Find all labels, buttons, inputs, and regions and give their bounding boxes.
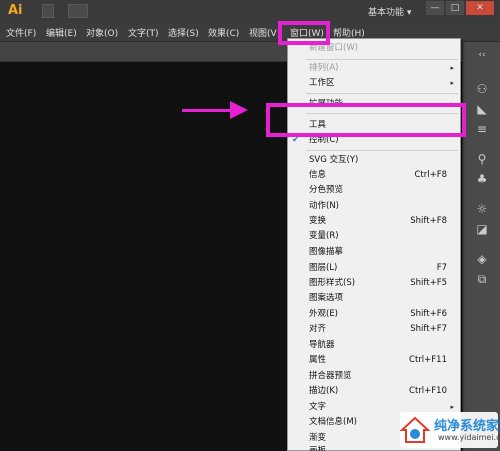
clubs-panel-icon[interactable]: ♣ [475, 172, 489, 186]
menu-item-navigator[interactable]: 导航器 [288, 338, 460, 352]
menu-file[interactable]: 文件(F) [6, 26, 36, 39]
menu-item-label: 文档信息(M) [309, 417, 357, 427]
shortcut-label: Ctrl+F11 [409, 355, 447, 365]
menu-item-label: 变换 [309, 216, 327, 226]
close-button[interactable]: ✕ [466, 1, 494, 15]
watermark-title: 纯净系统家园 [434, 419, 500, 434]
menu-item-label: 导航器 [309, 340, 335, 350]
restore-button[interactable]: □ [446, 1, 464, 15]
menu-item-info[interactable]: 信息 Ctrl+F8 [288, 168, 460, 182]
shortcut-label: Ctrl+F10 [409, 386, 447, 396]
menu-item-label: 对齐 [309, 324, 327, 334]
bridge-button[interactable] [42, 4, 54, 18]
menu-item-label: 工作区 [309, 78, 335, 88]
menu-item-arrange[interactable]: 排列(A) ▸ [288, 61, 460, 75]
shortcut-label: F7 [436, 263, 447, 273]
window-menu-dropdown: 新建窗口(W) 排列(A) ▸ 工作区 ▸ 扩展功能 ▸ 工具 ✔ 控制(C) SVG … [287, 38, 461, 451]
menu-item-attributes[interactable]: 属性 Ctrl+F11 [288, 353, 460, 367]
stroke-panel-icon[interactable]: ≡ [475, 122, 489, 136]
arrow-right-icon [230, 101, 248, 119]
workspace-switcher[interactable]: 基本功能 ▾ [368, 5, 411, 18]
menu-item-variables[interactable]: 变量(R) [288, 229, 460, 243]
menu-item-graphic-styles[interactable]: 图形样式(S) Shift+F5 [288, 276, 460, 290]
menu-item-label: 描边(K) [309, 386, 339, 396]
menu-item-label: 变量(R) [309, 231, 339, 241]
gradient-panel-icon[interactable]: ◣ [475, 102, 489, 116]
restore-icon: □ [450, 3, 460, 13]
menu-item-pattern-options[interactable]: 图案选项 [288, 291, 460, 305]
app-logo: Ai [8, 3, 23, 18]
arrange-documents-button[interactable] [68, 4, 88, 18]
house-logo-icon [400, 416, 430, 443]
menu-item-label: 属性 [309, 355, 327, 365]
artboards-panel-icon[interactable]: ⧉ [475, 272, 489, 286]
shortcut-label: Ctrl+F8 [414, 170, 447, 180]
symbols-panel-icon[interactable]: ⚇ [475, 82, 489, 96]
menu-item-actions[interactable]: 动作(N) [288, 199, 460, 213]
annotation-highlight-tools-item [266, 103, 466, 137]
menu-select[interactable]: 选择(S) [168, 26, 199, 39]
menu-view[interactable]: 视图(V [249, 26, 277, 39]
menu-item-image-trace[interactable]: 图像描摹 [288, 245, 460, 259]
chevron-down-icon: ▾ [406, 8, 412, 18]
menu-item-label: SVG 交互(Y) [309, 155, 359, 165]
panel-dock: ‹‹ ⚇ ◣ ≡ ⚲ ♣ ☼ ◪ ◈ ⧉ [462, 42, 500, 451]
menu-item-label: 图形样式(S) [309, 278, 356, 288]
menu-item-label: 动作(N) [309, 201, 339, 211]
minimize-icon: — [430, 3, 440, 13]
menu-effect[interactable]: 效果(C) [208, 26, 239, 39]
menu-item-label: 拼合器预览 [309, 371, 352, 381]
menu-separator [306, 93, 458, 94]
shortcut-label: Shift+F7 [410, 324, 447, 334]
menu-object[interactable]: 对象(O) [86, 26, 118, 39]
shortcut-label: Shift+F8 [410, 216, 447, 226]
menu-separator [306, 150, 458, 151]
close-icon: ✕ [476, 3, 484, 13]
menu-item-label: 文字 [309, 402, 327, 412]
menu-item-flattener-preview[interactable]: 拼合器预览 [288, 369, 460, 383]
shortcut-label: Shift+F5 [410, 278, 447, 288]
menu-item-label: 渐变 [309, 433, 327, 443]
menu-item-transform[interactable]: 变换 Shift+F8 [288, 214, 460, 228]
minimize-button[interactable]: — [426, 1, 444, 15]
watermark-url: www.yidaimei.com [438, 433, 500, 442]
menu-item-label: 图层(L) [309, 263, 338, 273]
chevron-right-icon: ▸ [450, 64, 454, 72]
layers-panel-icon[interactable]: ◈ [475, 252, 489, 266]
chevron-right-icon: ▸ [450, 79, 454, 87]
menu-item-svg-interactivity[interactable]: SVG 交互(Y) [288, 153, 460, 167]
menu-type[interactable]: 文字(T) [128, 26, 159, 39]
menu-item-label: 信息 [309, 170, 327, 180]
menu-item-label: 排列(A) [309, 63, 339, 73]
menu-item-separations-preview[interactable]: 分色预览 [288, 183, 460, 197]
menu-item-align[interactable]: 对齐 Shift+F7 [288, 322, 460, 336]
menu-item-layers[interactable]: 图层(L) F7 [288, 261, 460, 275]
menu-item-label: 图像描摹 [309, 247, 344, 257]
menu-item-stroke[interactable]: 描边(K) Ctrl+F10 [288, 384, 460, 398]
shortcut-label: Shift+F6 [410, 309, 447, 319]
title-bar: Ai 基本功能 ▾ — □ ✕ [0, 0, 500, 22]
menu-separator [306, 59, 458, 60]
brushes-panel-icon[interactable]: ⚲ [475, 152, 489, 166]
annotation-highlight-window-menu [278, 21, 330, 45]
menu-item-appearance[interactable]: 外观(E) Shift+F6 [288, 307, 460, 321]
menu-item-label: 分色预览 [309, 185, 344, 195]
annotation-arrow-shaft [182, 109, 234, 112]
menu-edit[interactable]: 编辑(E) [46, 26, 77, 39]
watermark: 纯净系统家园 www.yidaimei.com [400, 412, 500, 448]
menu-item-workspace[interactable]: 工作区 ▸ [288, 76, 460, 90]
appearance-panel-icon[interactable]: ☼ [475, 202, 489, 216]
menu-item-label: 图案选项 [309, 293, 344, 303]
graphic-styles-panel-icon[interactable]: ◪ [475, 222, 489, 236]
panel-collapse-icon[interactable]: ‹‹ [475, 48, 489, 62]
menu-item-label: 画板 [309, 446, 327, 451]
workspace-label: 基本功能 [368, 8, 405, 18]
menu-item-label: 外观(E) [309, 309, 339, 319]
